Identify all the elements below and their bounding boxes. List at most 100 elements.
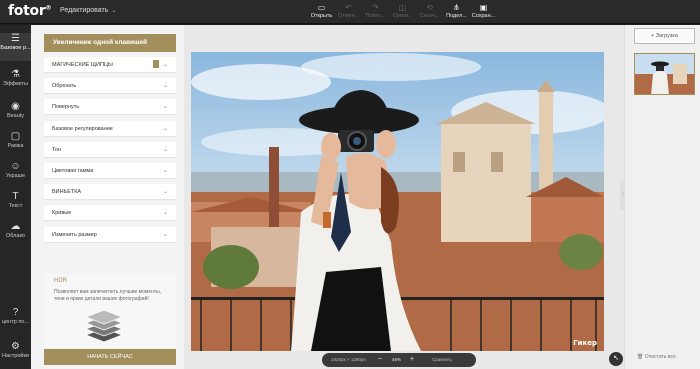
rail-item-beauty[interactable]: ◉ Beauty — [0, 101, 31, 129]
edit-mode-dropdown[interactable]: Редактировать ⌄ — [60, 7, 116, 14]
rail-item-help[interactable]: ? центр по... — [0, 307, 31, 335]
hdr-description: Позволяет вам запечатлеть лучшие моменты… — [54, 289, 162, 302]
rail-label: Beauty — [6, 113, 25, 119]
sticker-icon: ☺ — [10, 161, 21, 172]
canvas-area: Гикер › 1920px × 1280px − 46% + Сравнить… — [184, 25, 628, 369]
fotor-logo[interactable]: fotor® — [8, 3, 51, 19]
help-icon: ? — [12, 307, 19, 318]
toolbar-open-button[interactable]: ▭ Открыть — [308, 2, 335, 19]
beauty-icon: ◉ — [11, 101, 20, 112]
rail-label: центр по... — [2, 319, 29, 325]
toolbar-label: Открыть — [310, 13, 333, 19]
panel-item[interactable]: МАГИЧЕСКИЕ ЩИПЦЫ ⌄ — [44, 57, 176, 73]
panel-item-label: Изменить размер — [52, 231, 97, 238]
chevron-down-icon: ⌄ — [162, 104, 168, 111]
open-icon: ▭ — [317, 3, 326, 12]
fotor-editor: fotor® Редактировать ⌄ ▭ Открыть ↶ Отмен... ↷… — [0, 0, 700, 369]
rail-item-basic[interactable]: ☰ Базовое р... — [0, 33, 31, 61]
frame-icon: ▢ — [10, 131, 21, 142]
toolbar-label: Сконч... — [419, 13, 440, 19]
share-icon: ⋔ — [453, 3, 460, 12]
panel-item-label: ВИНЬЕТКА — [52, 189, 82, 196]
chevron-down-icon: ⌄ — [162, 189, 168, 196]
save-icon: ▣ — [479, 3, 488, 12]
rail-item-sticker[interactable]: ☺ Украше — [0, 161, 31, 189]
panel-item-label: Обрезать — [52, 83, 77, 90]
panel-item-label: МАГИЧЕСКИЕ ЩИПЦЫ — [52, 62, 113, 68]
layers-icon — [84, 310, 124, 343]
panel-item[interactable]: Тон ⌄ — [44, 141, 176, 158]
chevron-down-icon: ⌄ — [162, 146, 168, 153]
rail-label: Настройки — [2, 353, 29, 359]
edited-photo[interactable]: Гикер — [191, 52, 604, 351]
chevron-down-icon: ⌄ — [162, 210, 168, 217]
top-bar: fotor® Редактировать ⌄ ▭ Открыть ↶ Отмен... ↷… — [0, 0, 700, 24]
rail-label: Эффекты — [2, 81, 28, 87]
hdr-title: HDR — [54, 278, 67, 284]
toolbar-label: Ориги... — [392, 13, 413, 19]
chevron-down-icon: ⌄ — [162, 125, 168, 132]
rail-label: Рамка — [7, 143, 24, 149]
zoom-level: 46% — [392, 357, 402, 362]
toolbar: ▭ Открыть ↶ Отмен... ↷ Повто... ◫ Ориги... ⟲ Скон… — [308, 2, 497, 19]
settings-icon: ⚙ — [11, 341, 20, 352]
clear-all-button[interactable]: 🗑 Очистить все — [637, 354, 676, 360]
right-panel: + Загрузка 🗑 Очистить все — [624, 25, 700, 369]
rail-item-text[interactable]: T Текст — [0, 191, 31, 219]
rail-label: Облако — [6, 233, 25, 239]
chevron-down-icon: ⌄ — [111, 8, 117, 14]
panel-item-label: Кривые — [52, 210, 72, 217]
rail-item-frame[interactable]: ▢ Рамка — [0, 131, 31, 159]
edit-mode-label: Редактировать — [60, 7, 109, 14]
basic-icon: ☰ — [11, 33, 20, 44]
one-tap-enhance-button[interactable]: Увеличение одной клавишей — [44, 34, 176, 52]
photo-thumbnail[interactable] — [634, 53, 695, 95]
chevron-down-icon: ⌄ — [162, 83, 168, 90]
toolbar-label: Сохран... — [471, 13, 496, 19]
rail-label: Текст — [8, 203, 23, 209]
panel-item-label: Повернуть — [52, 104, 80, 111]
panel-item[interactable]: ВИНЬЕТКА ⌄ — [44, 184, 176, 201]
effects-icon: ⚗ — [11, 69, 20, 80]
chevron-down-icon: ⌄ — [162, 168, 168, 174]
toolbar-share-button[interactable]: ⋔ Подел... — [443, 2, 470, 19]
hdr-start-button[interactable]: НАЧАТЬ СЕЙЧАС — [44, 349, 176, 365]
toolbar-save-button[interactable]: ▣ Сохран... — [470, 2, 497, 19]
reset-icon: ⟲ — [426, 3, 433, 12]
fullscreen-icon[interactable]: ↖ — [609, 352, 623, 366]
toolbar-reset-button[interactable]: ⟲ Сконч... — [416, 2, 443, 19]
panel-item[interactable]: Базовое регулирование ⌄ — [44, 120, 176, 137]
panel-item-label: Цветовая гамма — [52, 168, 94, 174]
text-icon: T — [12, 191, 19, 202]
toolbar-undo-button[interactable]: ↶ Отмен... — [335, 2, 362, 19]
edit-panel: Увеличение одной клавишей МАГИЧЕСКИЕ ЩИП… — [31, 25, 184, 369]
hdr-promo: HDR Позволяет вам запечатлеть лучшие мом… — [44, 274, 176, 348]
toolbar-redo-button[interactable]: ↷ Повто... — [362, 2, 389, 19]
upload-button[interactable]: + Загрузка — [634, 28, 695, 44]
photo-image — [191, 52, 604, 351]
zoom-out-button[interactable]: − — [378, 353, 382, 367]
panel-item-label: Тон — [52, 146, 62, 153]
zoom-in-button[interactable]: + — [410, 353, 414, 367]
redo-icon: ↷ — [372, 3, 379, 12]
panel-item[interactable]: Обрезать ⌄ — [44, 78, 176, 95]
watermark: Гикер — [573, 339, 597, 347]
panel-item[interactable]: Изменить размер ⌄ — [44, 226, 176, 243]
chevron-down-icon: ⌄ — [162, 231, 168, 238]
rail-item-effects[interactable]: ⚗ Эффекты — [0, 69, 31, 97]
compare-button[interactable]: Сравнить — [432, 353, 452, 367]
toolbar-label: Повто... — [365, 13, 386, 19]
zoom-bar: 1920px × 1280px − 46% + Сравнить — [322, 353, 476, 367]
undo-icon: ↶ — [345, 3, 352, 12]
image-size-label: 1920px × 1280px — [331, 357, 366, 362]
toolbar-label: Подел... — [446, 13, 467, 19]
rail-item-cloud[interactable]: ☁ Облако — [0, 221, 31, 249]
thumbnail-image — [635, 54, 694, 94]
panel-item[interactable]: Кривые ⌄ — [44, 205, 176, 222]
rail-label: Украше — [5, 173, 26, 179]
left-nav-rail: ☰ Базовое р... ⚗ Эффекты ◉ Beauty ▢ Рамка ☺ Украш… — [0, 25, 31, 369]
panel-item[interactable]: Повернуть ⌄ — [44, 99, 176, 116]
panel-item[interactable]: Цветовая гамма ⌄ — [44, 163, 176, 179]
toolbar-compare-button[interactable]: ◫ Ориги... — [389, 2, 416, 19]
rail-item-settings[interactable]: ⚙ Настройки — [0, 341, 31, 369]
